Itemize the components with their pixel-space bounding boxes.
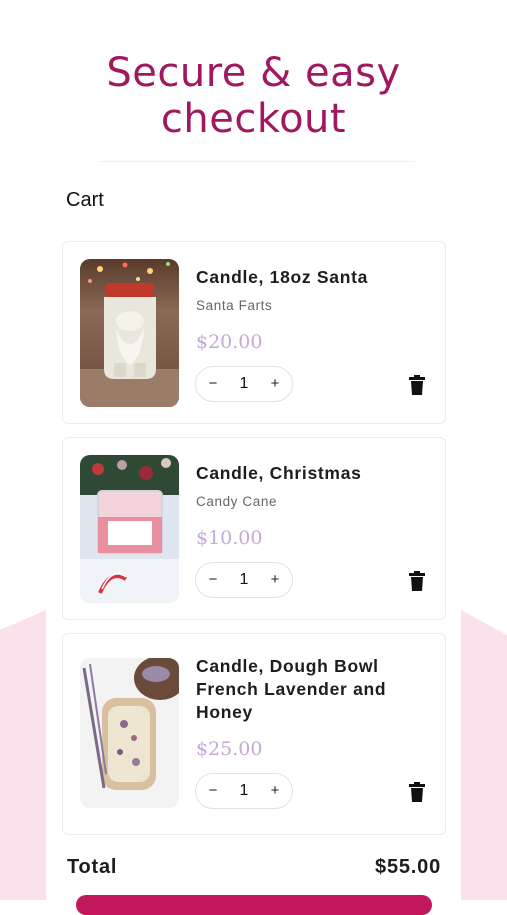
background-accent-right [461, 610, 507, 900]
background-accent-left [0, 610, 46, 900]
quantity-stepper: − 1 + [195, 773, 293, 809]
product-image-dough-bowl-candle[interactable] [80, 658, 179, 808]
cart-item-price: $20.00 [196, 331, 263, 353]
quantity-stepper: − 1 + [195, 366, 293, 402]
cart-item-variant: Santa Farts [196, 298, 273, 313]
quantity-value: 1 [239, 782, 249, 799]
page-title: Secure & easy checkout [0, 50, 507, 142]
page-title-line2: checkout [160, 96, 347, 142]
product-image-christmas-candle[interactable] [80, 455, 179, 603]
cart-item-price: $10.00 [196, 527, 263, 549]
trash-icon[interactable] [409, 375, 425, 395]
increase-quantity-button[interactable]: + [261, 774, 289, 808]
quantity-stepper: − 1 + [195, 562, 293, 598]
product-image-santa-candle[interactable] [80, 259, 179, 407]
page-title-line1: Secure & easy [106, 50, 401, 96]
cart-item-title: Candle, Dough Bowl French Lavender and H… [196, 656, 387, 722]
total-value: $55.00 [375, 856, 441, 878]
increase-quantity-button[interactable]: + [261, 563, 289, 597]
decrease-quantity-button[interactable]: − [199, 563, 227, 597]
cart-item-card: Candle, Dough Bowl French Lavender and H… [62, 633, 446, 835]
cart-item-title: Candle, Christmas [196, 463, 362, 483]
trash-icon[interactable] [409, 571, 425, 591]
quantity-value: 1 [239, 375, 249, 392]
cart-item-variant: Candy Cane [196, 494, 278, 509]
cart-heading: Cart [66, 189, 104, 211]
cart-item-card: Candle, Christmas Candy Cane $10.00 − 1 … [62, 437, 446, 620]
total-label: Total [67, 856, 118, 878]
title-divider [100, 161, 415, 162]
cart-item-price: $25.00 [196, 738, 263, 760]
decrease-quantity-button[interactable]: − [199, 774, 227, 808]
checkout-button[interactable] [76, 895, 432, 915]
quantity-value: 1 [239, 571, 249, 588]
increase-quantity-button[interactable]: + [261, 367, 289, 401]
decrease-quantity-button[interactable]: − [199, 367, 227, 401]
trash-icon[interactable] [409, 782, 425, 802]
cart-item-title: Candle, 18oz Santa [196, 267, 369, 287]
cart-item-card: Candle, 18oz Santa Santa Farts $20.00 − … [62, 241, 446, 424]
